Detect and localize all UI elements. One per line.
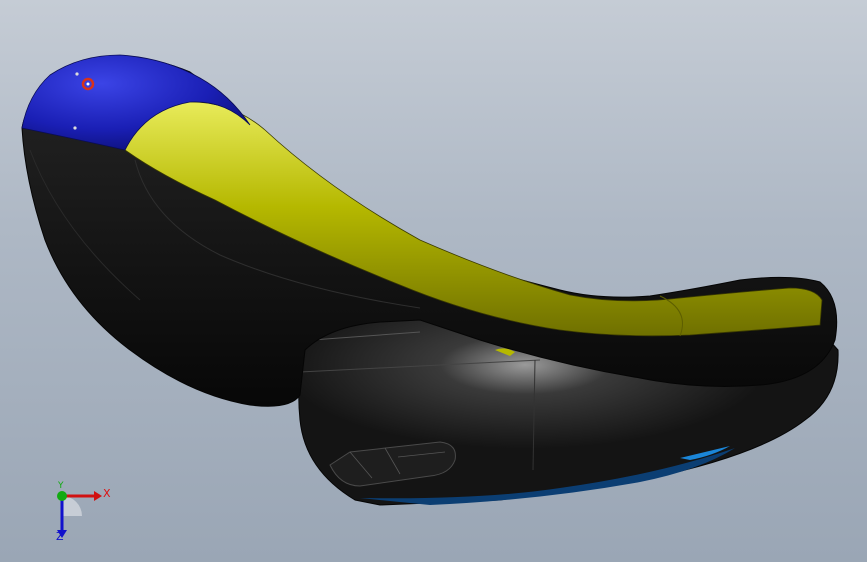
coordinate-triad: X Y Z	[40, 478, 120, 548]
vertex-point	[75, 72, 79, 76]
3d-model[interactable]	[0, 0, 867, 562]
z-axis-label: Z	[56, 530, 64, 543]
x-axis-label: X	[103, 487, 111, 500]
vertex-point	[73, 126, 77, 130]
graphics-viewport[interactable]: X Y Z	[0, 0, 867, 562]
y-axis-label: Y	[58, 481, 64, 491]
origin-marker-center	[86, 82, 90, 86]
